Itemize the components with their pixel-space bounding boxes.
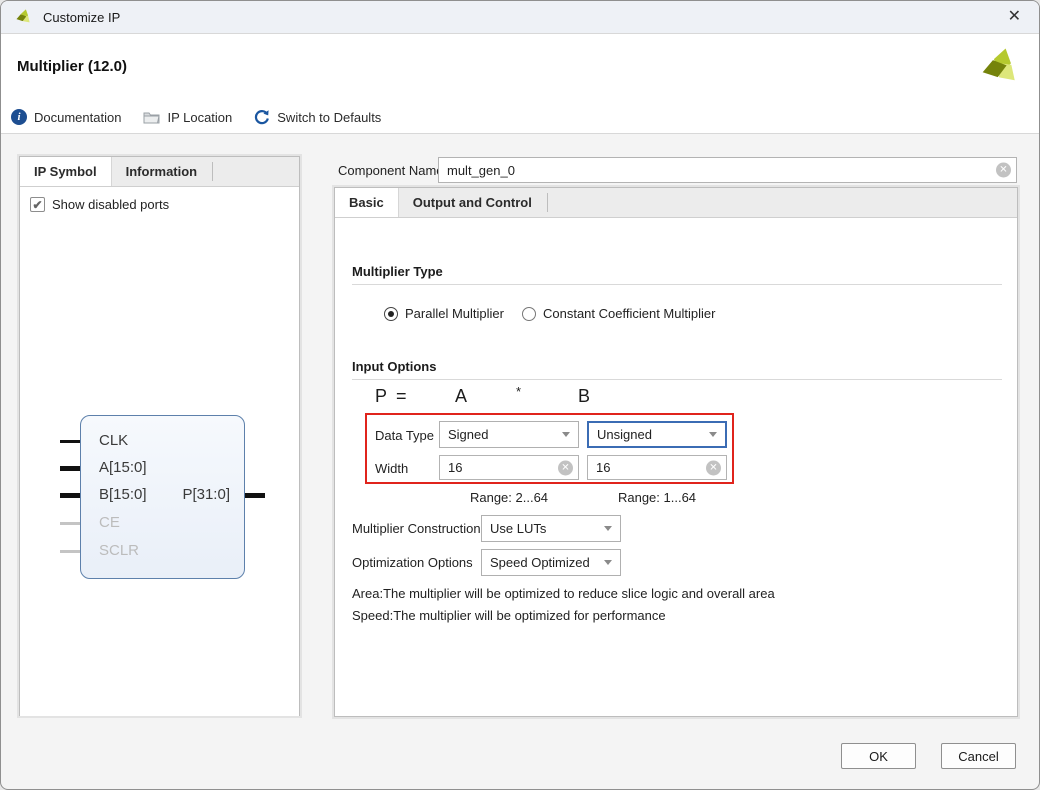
radio-unselected-icon [522, 307, 536, 321]
component-name-wrap: ✕ [438, 157, 1017, 183]
multiplier-type-options: Parallel Multiplier Constant Coefficient… [384, 306, 715, 321]
data-type-a-dropdown[interactable]: Signed [439, 421, 579, 448]
width-a-wrap: ✕ [439, 455, 579, 480]
data-type-a-value: Signed [448, 427, 488, 442]
section-rule [352, 284, 1002, 285]
switch-to-defaults-button[interactable]: Switch to Defaults [254, 109, 381, 125]
equation-p: P [375, 386, 387, 407]
chevron-down-icon [604, 526, 612, 531]
multiplier-construction-label: Multiplier Construction [352, 521, 481, 536]
show-disabled-ports-row: ✔ Show disabled ports [30, 197, 169, 212]
config-content: Multiplier Type Parallel Multiplier Cons… [335, 218, 1017, 717]
port-b: B[15:0] [99, 486, 147, 503]
optimization-options-label: Optimization Options [352, 555, 473, 570]
port-clk: CLK [99, 432, 128, 449]
stub-p [245, 493, 265, 498]
tab-ip-symbol[interactable]: IP Symbol [20, 157, 112, 186]
chevron-down-icon [562, 432, 570, 437]
data-type-b-value: Unsigned [597, 427, 652, 442]
clear-icon[interactable]: ✕ [996, 163, 1011, 178]
port-p: P[31:0] [182, 486, 230, 503]
window-title: Customize IP [43, 10, 120, 25]
ok-button[interactable]: OK [841, 743, 916, 769]
close-icon[interactable]: ✕ [1004, 7, 1025, 27]
equation-a: A [455, 386, 467, 407]
tab-basic-label: Basic [349, 195, 384, 210]
tab-output-and-control[interactable]: Output and Control [399, 188, 547, 217]
ip-location-label: IP Location [167, 110, 232, 125]
app-logo-icon [15, 8, 33, 26]
ip-location-button[interactable]: IP Location [143, 110, 232, 125]
component-name-label: Component Name [338, 163, 444, 178]
stub-sclr [60, 550, 80, 553]
data-type-b-dropdown[interactable]: Unsigned [587, 421, 727, 448]
radio-parallel-multiplier[interactable]: Parallel Multiplier [384, 306, 504, 321]
dialog-header: Multiplier (12.0) i Documentation IP Loc… [1, 34, 1039, 134]
documentation-button[interactable]: i Documentation [11, 109, 121, 125]
port-a: A[15:0] [99, 459, 147, 476]
width-label: Width [375, 461, 408, 476]
highlight-red-box: Data Type Signed Unsigned Width ✕ ✕ [365, 413, 734, 484]
radio-constant-coefficient-multiplier[interactable]: Constant Coefficient Multiplier [522, 306, 715, 321]
range-b-label: Range: 1...64 [587, 490, 727, 505]
tab-ip-symbol-label: IP Symbol [34, 164, 97, 179]
port-sclr: SCLR [99, 542, 139, 559]
radio-selected-icon [384, 307, 398, 321]
ip-symbol-panel: IP Symbol Information ✔ Show disabled po… [19, 156, 300, 716]
multiplier-type-heading: Multiplier Type [352, 264, 443, 279]
info-icon: i [11, 109, 27, 125]
ip-symbol-content: ✔ Show disabled ports CLK A[15:0] B[15:0… [20, 187, 299, 716]
equation-star: * [516, 384, 521, 399]
documentation-label: Documentation [34, 110, 121, 125]
tab-information[interactable]: Information [112, 157, 213, 186]
width-b-wrap: ✕ [587, 455, 727, 480]
refresh-icon [254, 109, 270, 125]
customize-ip-dialog: Customize IP ✕ Multiplier (12.0) i Docum… [0, 0, 1040, 790]
chevron-down-icon [604, 560, 612, 565]
ip-symbol-diagram: CLK A[15:0] B[15:0] CE SCLR P[31:0] [80, 415, 245, 579]
title-bar: Customize IP ✕ [1, 1, 1039, 34]
equation-equals: = [396, 386, 407, 407]
toolbar: i Documentation IP Location [11, 109, 381, 125]
clear-icon[interactable]: ✕ [558, 460, 573, 475]
port-ce: CE [99, 514, 120, 531]
left-tabstrip: IP Symbol Information [20, 157, 299, 187]
component-name-input[interactable] [438, 157, 1017, 183]
tab-output-and-control-label: Output and Control [413, 195, 532, 210]
stub-a [60, 466, 80, 471]
config-tabstrip: Basic Output and Control [335, 188, 1017, 218]
speed-note: Speed:The multiplier will be optimized f… [352, 608, 666, 623]
equation-b: B [578, 386, 590, 407]
chevron-down-icon [709, 432, 717, 437]
range-a-label: Range: 2...64 [439, 490, 579, 505]
clear-icon[interactable]: ✕ [706, 460, 721, 475]
optimization-options-value: Speed Optimized [490, 555, 590, 570]
stub-ce [60, 522, 80, 525]
ip-title: Multiplier (12.0) [17, 58, 127, 75]
show-disabled-ports-checkbox[interactable]: ✔ [30, 197, 45, 212]
stub-clk [60, 440, 80, 443]
radio-parallel-label: Parallel Multiplier [405, 306, 504, 321]
tab-information-label: Information [126, 164, 198, 179]
input-options-heading: Input Options [352, 359, 436, 374]
show-disabled-ports-label: Show disabled ports [52, 197, 169, 212]
switch-to-defaults-label: Switch to Defaults [277, 110, 381, 125]
section-rule [352, 379, 1002, 380]
stub-b [60, 493, 80, 498]
area-note: Area:The multiplier will be optimized to… [352, 586, 775, 601]
tab-divider [547, 193, 548, 212]
multiplier-construction-dropdown[interactable]: Use LUTs [481, 515, 621, 542]
radio-constant-label: Constant Coefficient Multiplier [543, 306, 715, 321]
tab-divider [212, 162, 213, 181]
optimization-options-dropdown[interactable]: Speed Optimized [481, 549, 621, 576]
xilinx-logo [979, 44, 1023, 95]
tab-basic[interactable]: Basic [335, 188, 399, 217]
cancel-button[interactable]: Cancel [941, 743, 1016, 769]
folder-icon [143, 110, 160, 124]
config-panel: Basic Output and Control Multiplier Type… [334, 187, 1018, 717]
multiplier-construction-value: Use LUTs [490, 521, 546, 536]
data-type-label: Data Type [375, 428, 434, 443]
